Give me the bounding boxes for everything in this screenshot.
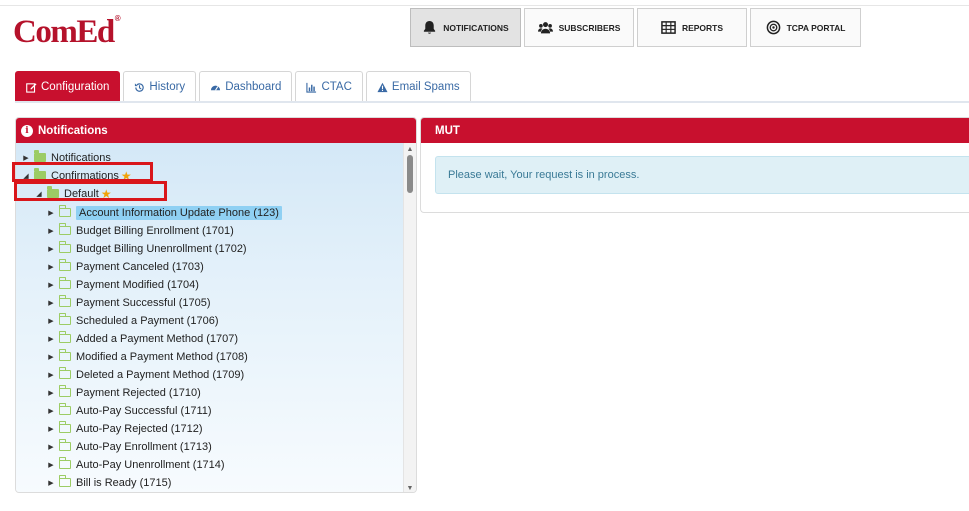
tree-item[interactable]: ▶ Auto-Pay Unenrollment (1714) [46, 456, 225, 473]
tab-dashboard[interactable]: Dashboard [199, 71, 293, 102]
tree-item[interactable]: ▶ Payment Canceled (1703) [46, 258, 204, 275]
nav-subscribers-button[interactable]: SUBSCRIBERS [524, 8, 634, 47]
folder-outline-icon [59, 313, 71, 325]
folder-outline-icon [59, 331, 71, 343]
chart-icon [306, 82, 317, 93]
expand-arrow-icon[interactable]: ▶ [21, 154, 31, 162]
tab-configuration[interactable]: Configuration [15, 71, 121, 102]
table-icon [661, 21, 676, 34]
tab-history[interactable]: History [123, 71, 197, 102]
tree-item[interactable]: ▶ Budget Billing Enrollment (1701) [46, 222, 234, 239]
scroll-thumb[interactable] [407, 155, 413, 193]
target-icon [766, 20, 780, 35]
comed-logo: ComEd® [13, 14, 121, 50]
expand-arrow-icon[interactable]: ▶ [46, 407, 56, 415]
folder-outline-icon [59, 349, 71, 361]
tab-divider [15, 101, 969, 103]
tree-item[interactable]: ▶ Account Information Update Phone (123) [46, 204, 282, 221]
top-navigation: NOTIFICATIONS SUBSCRIBERS REPORTS TCPA P… [410, 8, 861, 47]
folder-outline-icon [59, 277, 71, 289]
tree-item[interactable]: ▶ Modified a Payment Method (1708) [46, 348, 248, 365]
expand-arrow-icon[interactable]: ▶ [46, 209, 56, 217]
scroll-up-icon[interactable]: ▲ [404, 143, 416, 155]
expand-arrow-icon[interactable]: ▶ [46, 227, 56, 235]
edit-icon [26, 82, 37, 93]
bell-icon [424, 20, 436, 34]
folder-outline-icon [59, 223, 71, 235]
folder-outline-icon [59, 205, 71, 217]
tree-item[interactable]: ▶ Auto-Pay Successful (1711) [46, 402, 212, 419]
scroll-down-icon[interactable]: ▼ [404, 482, 416, 492]
folder-outline-icon [59, 385, 71, 397]
tab-ctac[interactable]: CTAC [295, 71, 363, 102]
info-icon: i [21, 124, 33, 137]
history-icon [135, 82, 145, 92]
tree-scrollbar[interactable]: ▲ ▼ [403, 143, 416, 492]
folder-outline-icon [59, 367, 71, 379]
mut-panel-header: MUT [421, 118, 969, 143]
expand-arrow-icon[interactable]: ▶ [46, 371, 56, 379]
folder-outline-icon [59, 241, 71, 253]
tree-item[interactable]: ▶ Scheduled a Payment (1706) [46, 312, 218, 329]
expand-arrow-icon[interactable]: ▶ [46, 425, 56, 433]
warning-icon [377, 82, 388, 92]
tree-item[interactable]: ▶ Auto-Pay Enrollment (1713) [46, 438, 212, 455]
folder-outline-icon [59, 457, 71, 469]
mut-panel: MUT Please wait, Your request is in proc… [420, 117, 969, 213]
nav-tcpa-portal-button[interactable]: TCPA PORTAL [750, 8, 861, 47]
expand-arrow-icon[interactable]: ▶ [46, 317, 56, 325]
tree-item[interactable]: ▶ Payment Modified (1704) [46, 276, 199, 293]
notifications-panel-header: i Notifications [16, 118, 416, 143]
tab-email-spams[interactable]: Email Spams [365, 71, 471, 102]
folder-outline-icon [59, 295, 71, 307]
tree-item[interactable]: ▶ Budget Billing Unenrollment (1702) [46, 240, 247, 257]
tree-item[interactable]: ▶ Payment Rejected (1710) [46, 384, 201, 401]
expand-arrow-icon[interactable]: ▶ [46, 335, 56, 343]
highlight-box-confirmations [12, 162, 153, 182]
top-divider [0, 5, 969, 6]
highlight-box-default [14, 181, 167, 201]
tree-item[interactable]: ▶ Auto-Pay Rejected (1712) [46, 420, 203, 437]
folder-outline-icon [59, 421, 71, 433]
folder-icon [34, 150, 46, 162]
dashboard-icon [211, 85, 221, 91]
folder-outline-icon [59, 259, 71, 271]
nav-notifications-button[interactable]: NOTIFICATIONS [410, 8, 521, 47]
expand-arrow-icon[interactable]: ▶ [46, 443, 56, 451]
expand-arrow-icon[interactable]: ▶ [46, 281, 56, 289]
tree-item[interactable]: ▶ Added a Payment Method (1707) [46, 330, 238, 347]
nav-reports-button[interactable]: REPORTS [637, 8, 747, 47]
expand-arrow-icon[interactable]: ▶ [46, 461, 56, 469]
folder-outline-icon [59, 439, 71, 451]
processing-alert: Please wait, Your request is in process. [435, 156, 969, 194]
folder-outline-icon [59, 475, 71, 487]
expand-arrow-icon[interactable]: ▶ [46, 353, 56, 361]
tree-item[interactable]: ▶ Deleted a Payment Method (1709) [46, 366, 244, 383]
config-tabs: Configuration History Dashboard CTAC Ema… [15, 71, 471, 102]
expand-arrow-icon[interactable]: ▶ [46, 389, 56, 397]
folder-outline-icon [59, 403, 71, 415]
expand-arrow-icon[interactable]: ▶ [46, 245, 56, 253]
tree-item[interactable]: ▶ Payment Successful (1705) [46, 294, 211, 311]
expand-arrow-icon[interactable]: ▶ [46, 299, 56, 307]
tree-item[interactable]: ▶ Bill is Ready (1715) [46, 474, 171, 491]
users-icon [537, 22, 553, 34]
expand-arrow-icon[interactable]: ▶ [46, 479, 56, 487]
expand-arrow-icon[interactable]: ▶ [46, 263, 56, 271]
